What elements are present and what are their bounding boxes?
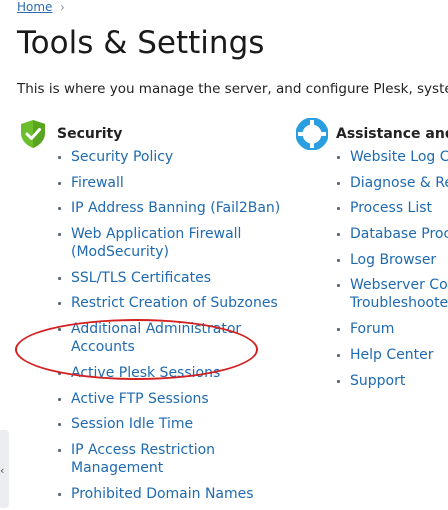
link-text: Support [350, 372, 406, 389]
list-item: Forum [337, 320, 448, 338]
chevron-right-icon: › [60, 0, 65, 16]
list-item: IP Access Restriction Management [58, 441, 288, 477]
security-link-list: Security Policy Firewall IP Address Bannin… [58, 148, 288, 510]
lifebuoy-icon [296, 118, 328, 150]
link-text: Additional Administrator [71, 321, 242, 338]
link-text: Prohibited Domain Names [71, 485, 254, 502]
list-item: Additional Administrator Accounts [58, 320, 288, 356]
security-link-additional-administrator[interactable]: Additional Administrator Accounts [71, 321, 241, 355]
link-text: Troubleshooter [350, 295, 448, 312]
assistance-link-forum[interactable]: Forum [350, 321, 394, 337]
assistance-link-support[interactable]: Support [350, 373, 405, 389]
list-item: Website Log Ch [337, 148, 448, 166]
security-link-security-policy[interactable]: Security Policy [71, 149, 173, 165]
list-item: Session Idle Time [58, 415, 288, 433]
link-text: Accounts [71, 339, 135, 356]
side-panel-toggle[interactable]: ‹ [0, 430, 9, 508]
link-text: Security Policy [71, 149, 174, 165]
link-text: IP Address Banning (Fail2Ban) [71, 200, 281, 217]
assistance-link-diagnose-rep[interactable]: Diagnose & Rep [350, 175, 448, 191]
assistance-link-log-browser[interactable]: Log Browser [350, 252, 436, 268]
list-item: Restrict Creation of Subzones [58, 294, 288, 312]
shield-check-icon [21, 120, 45, 148]
link-text: Web Application Firewall [71, 226, 242, 243]
list-item: Security Policy [58, 148, 288, 166]
security-link-ip-address-banning-fail2ban[interactable]: IP Address Banning (Fail2Ban) [71, 200, 280, 216]
assistance-link-database-proce[interactable]: Database Proce [350, 226, 448, 242]
list-item: IP Address Banning (Fail2Ban) [58, 199, 288, 217]
list-item: Prohibited Domain Names [58, 485, 288, 503]
list-item: Log Browser [337, 251, 448, 269]
list-item: Database Proce [337, 225, 448, 243]
breadcrumb-home-link[interactable]: Home [17, 0, 52, 14]
assistance-link-list: Website Log Ch Diagnose & Rep Process List… [337, 148, 448, 397]
link-text: Diagnose & Rep [350, 174, 448, 191]
page-intro: This is where you manage the server, and… [17, 81, 448, 97]
security-link-session-idle-time[interactable]: Session Idle Time [71, 416, 193, 432]
link-text: Firewall [71, 174, 124, 191]
link-text: Session Idle Time [71, 416, 194, 433]
assistance-link-help-center[interactable]: Help Center [350, 347, 434, 363]
link-text: Forum [350, 321, 395, 338]
link-text: Active FTP Sessions [71, 390, 209, 407]
breadcrumb: Home › [17, 0, 65, 15]
list-item: Active Plesk Sessions [58, 364, 288, 382]
list-item: Process List [337, 199, 448, 217]
security-link-web-application-firewall[interactable]: Web Application Firewall (ModSecurity) [71, 226, 241, 260]
security-link-active-ftp-sessions[interactable]: Active FTP Sessions [71, 391, 209, 407]
list-item: Webserver Con Troubleshooter [337, 276, 448, 312]
link-text: Help Center [350, 346, 434, 363]
list-item: Help Center [337, 346, 448, 364]
list-item: Web Application Firewall (ModSecurity) [58, 225, 288, 261]
security-section-header: Security [17, 118, 122, 150]
security-section-title: Security [57, 126, 123, 142]
link-text: Website Log Ch [350, 149, 448, 165]
list-item: Active FTP Sessions [58, 390, 288, 408]
assistance-link-process-list[interactable]: Process List [350, 200, 432, 216]
link-text: Database Proce [350, 226, 448, 243]
link-text: (ModSecurity) [71, 244, 169, 261]
security-link-firewall[interactable]: Firewall [71, 175, 124, 191]
link-text: Process List [350, 200, 433, 217]
link-text: Webserver Con [350, 277, 448, 294]
security-link-ssl-tls-certificates[interactable]: SSL/TLS Certificates [71, 270, 211, 286]
security-link-prohibited-domain-names[interactable]: Prohibited Domain Names [71, 486, 254, 502]
list-item: Support [337, 372, 448, 390]
page-title: Tools & Settings [17, 25, 265, 61]
assistance-link-webserver-con[interactable]: Webserver Con Troubleshooter [350, 277, 448, 311]
link-text: Management [71, 459, 164, 476]
security-link-ip-access-restriction[interactable]: IP Access Restriction Management [71, 442, 215, 476]
link-text: IP Access Restriction [71, 441, 216, 458]
assistance-section-title: Assistance and T [336, 126, 448, 142]
link-text: SSL/TLS Certificates [71, 269, 211, 286]
list-item: SSL/TLS Certificates [58, 269, 288, 287]
list-item: Diagnose & Rep [337, 174, 448, 192]
link-text: Restrict Creation of Subzones [71, 295, 278, 312]
security-link-restrict-creation-of-subzones[interactable]: Restrict Creation of Subzones [71, 295, 278, 311]
link-text: Log Browser [350, 251, 437, 268]
chevron-left-icon: ‹ [0, 464, 5, 477]
assistance-section-header: Assistance and T [296, 118, 448, 150]
assistance-link-website-log-ch[interactable]: Website Log Ch [350, 149, 448, 165]
security-link-active-plesk-sessions[interactable]: Active Plesk Sessions [71, 365, 220, 381]
list-item: Firewall [58, 174, 288, 192]
link-text: Active Plesk Sessions [71, 364, 221, 381]
